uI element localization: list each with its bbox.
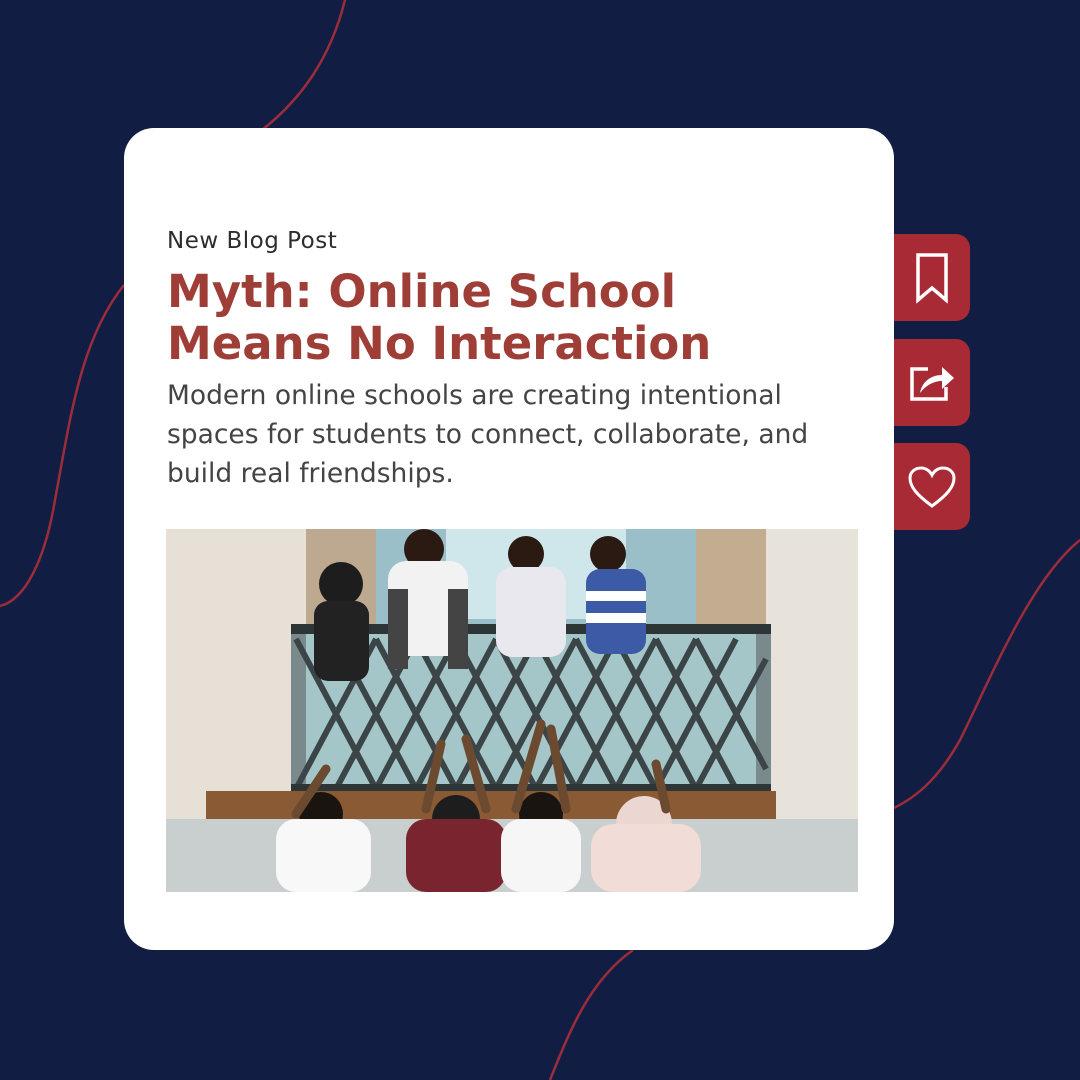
bookmark-button[interactable] [894,234,970,321]
blog-post-card[interactable]: New Blog Post Myth: Online School Means … [124,128,894,950]
post-title[interactable]: Myth: Online School Means No Interaction [167,266,857,370]
post-title-line-1: Myth: Online School [167,265,677,318]
bookmark-icon [916,252,948,304]
like-button[interactable] [894,443,970,530]
post-photo [166,529,858,892]
post-title-line-2: Means No Interaction [167,317,712,370]
heart-icon [908,465,956,508]
share-icon [910,366,954,401]
share-button[interactable] [894,339,970,426]
post-description: Modern online schools are creating inten… [167,380,809,489]
post-eyebrow: New Blog Post [167,228,338,254]
